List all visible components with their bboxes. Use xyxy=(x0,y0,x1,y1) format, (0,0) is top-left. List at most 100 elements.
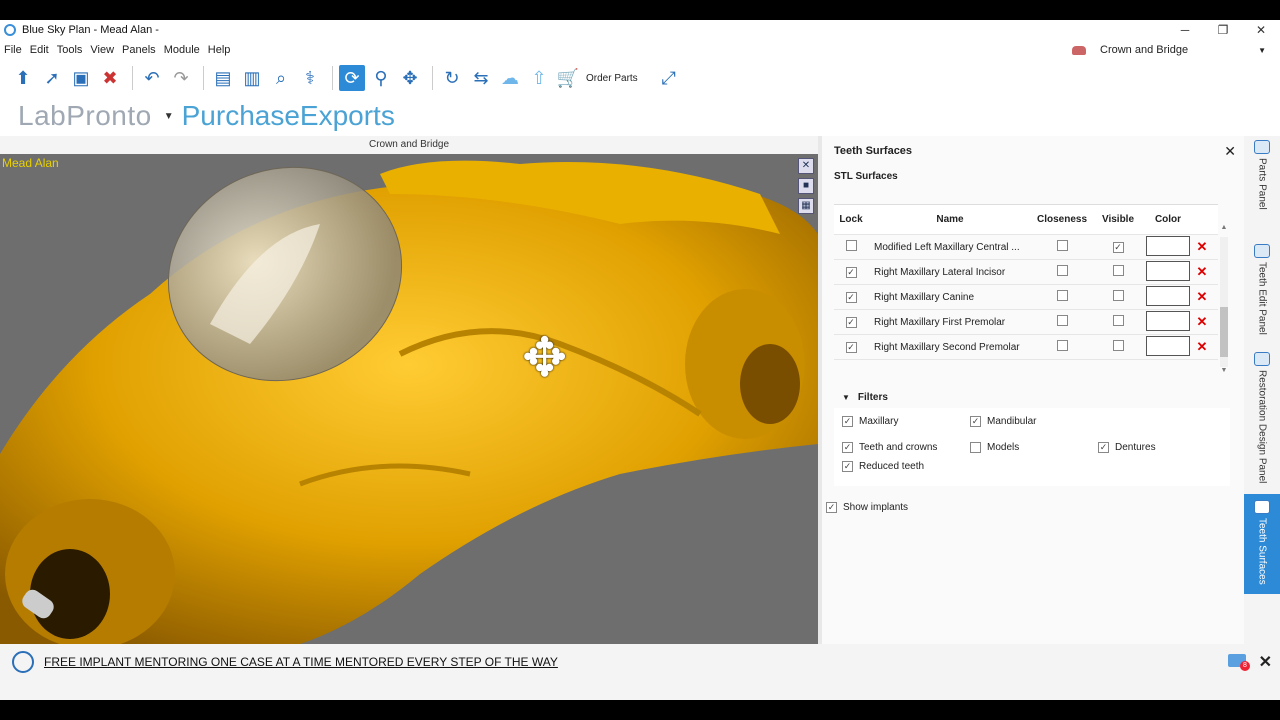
scroll-down-icon[interactable]: ▼ xyxy=(1220,367,1228,374)
minimize-button[interactable]: ─ xyxy=(1166,20,1204,40)
surface-name: Right Maxillary Canine xyxy=(874,291,975,303)
table-row[interactable]: ✓ Right Maxillary Second Premolar ✕ xyxy=(834,335,1218,360)
visible-checkbox[interactable] xyxy=(1112,340,1124,351)
maximize-button[interactable]: ❐ xyxy=(1204,20,1242,40)
surface-name: Right Maxillary First Premolar xyxy=(874,316,1006,328)
surface-name: Modified Left Maxillary Central ... xyxy=(874,241,1020,253)
zoom-icon[interactable]: ⚲ xyxy=(368,65,394,91)
filter-teeth-crowns[interactable]: ✓ Teeth and crowns xyxy=(842,442,937,453)
orientation-gizmo-icon[interactable] xyxy=(14,584,60,624)
viewport-close-button[interactable]: ✕ xyxy=(798,158,814,174)
visible-checkbox[interactable] xyxy=(1112,315,1124,326)
rotate-icon[interactable]: ⟳ xyxy=(339,65,365,91)
lock-checkbox[interactable] xyxy=(845,240,857,251)
fullscreen-icon[interactable]: ⤢ xyxy=(656,65,682,91)
table-row[interactable]: ✓ Right Maxillary Lateral Incisor ✕ xyxy=(834,260,1218,285)
panel-close-button[interactable]: ✕ xyxy=(1224,143,1236,160)
banner-close-button[interactable]: ✕ xyxy=(1259,652,1272,672)
close-window-button[interactable]: ✕ xyxy=(1242,20,1280,40)
filter-models[interactable]: Models xyxy=(970,442,1019,453)
globe-icon xyxy=(12,651,34,673)
tab-teeth-surfaces[interactable]: Teeth Surfaces xyxy=(1244,494,1280,594)
surface-name: Right Maxillary Second Premolar xyxy=(874,341,1020,353)
swap-icon[interactable]: ⇆ xyxy=(468,65,494,91)
filter-dentures[interactable]: ✓ Dentures xyxy=(1098,442,1156,453)
menu-file[interactable]: File xyxy=(4,44,22,56)
color-swatch[interactable] xyxy=(1146,285,1190,306)
menu-panels[interactable]: Panels xyxy=(122,44,156,56)
color-swatch[interactable] xyxy=(1146,260,1190,281)
mail-icon[interactable]: 8 xyxy=(1228,654,1250,671)
col-name: Name xyxy=(936,214,964,225)
redo-icon[interactable]: ↷ xyxy=(168,65,194,91)
color-swatch[interactable] xyxy=(1146,235,1190,256)
filters-title: Filters xyxy=(857,391,888,403)
add-tooth-icon[interactable]: ⚕ xyxy=(297,65,323,91)
table-scrollbar[interactable]: ▲ ▼ xyxy=(1220,224,1228,374)
tab-parts-panel[interactable]: Parts Panel xyxy=(1244,140,1280,210)
visible-checkbox[interactable] xyxy=(1112,265,1124,276)
menu-tools[interactable]: Tools xyxy=(57,44,83,56)
brand-dropdown-icon[interactable]: ▼ xyxy=(164,111,174,122)
order-parts-button[interactable]: Order Parts xyxy=(586,73,638,84)
pan-icon[interactable]: ✥ xyxy=(397,65,423,91)
filters-header[interactable]: ▼ Filters xyxy=(834,386,1230,408)
closeness-checkbox[interactable] xyxy=(1056,240,1068,251)
closeness-checkbox[interactable] xyxy=(1056,340,1068,351)
crown-icon xyxy=(1072,45,1087,55)
labpronto-logo[interactable]: LabPronto xyxy=(18,100,152,132)
menu-module[interactable]: Module xyxy=(164,44,200,56)
table-row[interactable]: ✓ Right Maxillary Canine ✕ xyxy=(834,285,1218,310)
notification-badge: 8 xyxy=(1240,661,1250,671)
filter-reduced-teeth[interactable]: ✓ Reduced teeth xyxy=(842,461,924,472)
camera-icon[interactable]: ■ xyxy=(798,178,814,194)
undo-icon[interactable]: ↶ xyxy=(139,65,165,91)
delete-surface-button[interactable]: ✕ xyxy=(1192,339,1212,355)
open-icon[interactable]: ➚ xyxy=(39,65,65,91)
layout-icon[interactable]: ▤ xyxy=(210,65,236,91)
cloud-upload-icon[interactable]: ⇧ xyxy=(526,65,552,91)
scroll-up-icon[interactable]: ▲ xyxy=(1220,224,1228,231)
tab-restoration-design-panel[interactable]: Restoration Design Panel xyxy=(1244,352,1280,483)
module-selector[interactable]: Crown and Bridge ▼ xyxy=(1068,40,1270,60)
grid-icon[interactable]: ▦ xyxy=(798,198,814,214)
delete-surface-button[interactable]: ✕ xyxy=(1192,289,1212,305)
lock-checkbox[interactable]: ✓ xyxy=(845,291,857,303)
close-case-icon[interactable]: ✖ xyxy=(97,65,123,91)
show-implants-checkbox[interactable]: ✓ Show implants xyxy=(826,502,908,513)
title-bar: Blue Sky Plan - Mead Alan - ─ ❐ ✕ xyxy=(0,20,1280,40)
lock-checkbox[interactable]: ✓ xyxy=(845,316,857,328)
purchaseexports-logo[interactable]: PurchaseExports xyxy=(182,100,395,132)
delete-surface-button[interactable]: ✕ xyxy=(1192,239,1212,255)
menu-edit[interactable]: Edit xyxy=(30,44,49,56)
menu-view[interactable]: View xyxy=(90,44,114,56)
visible-checkbox[interactable] xyxy=(1112,290,1124,301)
save-icon[interactable]: ▣ xyxy=(68,65,94,91)
zoom-fit-icon[interactable]: ⌕ xyxy=(268,65,294,91)
delete-surface-button[interactable]: ✕ xyxy=(1192,314,1212,330)
col-lock: Lock xyxy=(839,214,863,225)
reset-view-icon[interactable]: ↻ xyxy=(439,65,465,91)
color-swatch[interactable] xyxy=(1146,335,1190,356)
menu-help[interactable]: Help xyxy=(208,44,231,56)
lock-checkbox[interactable]: ✓ xyxy=(845,266,857,278)
slices-icon[interactable]: ▥ xyxy=(239,65,265,91)
closeness-checkbox[interactable] xyxy=(1056,265,1068,276)
cart-icon[interactable]: 🛒 xyxy=(555,65,581,91)
promo-link[interactable]: FREE IMPLANT MENTORING ONE CASE AT A TIM… xyxy=(44,655,558,669)
filter-mandibular[interactable]: ✓ Mandibular xyxy=(970,416,1036,427)
cloud-icon[interactable]: ☁ xyxy=(497,65,523,91)
color-swatch[interactable] xyxy=(1146,310,1190,331)
tab-teeth-edit-panel[interactable]: Teeth Edit Panel xyxy=(1244,244,1280,335)
delete-surface-button[interactable]: ✕ xyxy=(1192,264,1212,280)
table-row[interactable]: ✓ Right Maxillary First Premolar ✕ xyxy=(834,310,1218,335)
closeness-checkbox[interactable] xyxy=(1056,315,1068,326)
import-icon[interactable]: ⬆ xyxy=(10,65,36,91)
lock-checkbox[interactable]: ✓ xyxy=(845,341,857,353)
toolbar-divider xyxy=(432,66,433,90)
3d-viewport[interactable]: Mead Alan ✥ ✕ ■ ▦ xyxy=(0,154,818,644)
closeness-checkbox[interactable] xyxy=(1056,290,1068,301)
table-row[interactable]: Modified Left Maxillary Central ... ✓ ✕ xyxy=(834,235,1218,260)
visible-checkbox[interactable]: ✓ xyxy=(1112,241,1124,253)
filter-maxillary[interactable]: ✓ Maxillary xyxy=(842,416,898,427)
